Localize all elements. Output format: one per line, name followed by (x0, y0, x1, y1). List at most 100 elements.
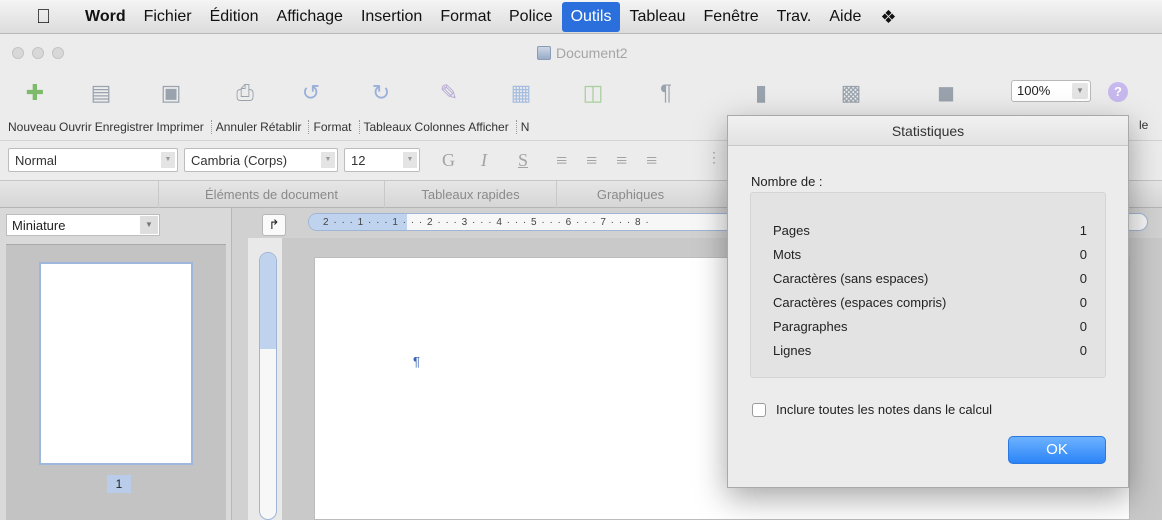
stat-value: 0 (1079, 295, 1087, 310)
menu-police[interactable]: Police (500, 2, 562, 32)
document-icon (537, 46, 551, 60)
chevron-down-icon: ▼ (1072, 83, 1088, 99)
pane-view-select[interactable]: Miniature ▼ (6, 214, 160, 236)
chevron-down-icon: ▼ (321, 152, 335, 168)
ruler-margin-shade (260, 253, 276, 349)
stat-label: Lignes (773, 343, 812, 358)
style-select[interactable]: Normal ▼ (8, 148, 178, 172)
print-icon[interactable]: ⎙ (232, 80, 258, 106)
toolbar-separator (358, 120, 360, 134)
menu-format[interactable]: Format (431, 2, 500, 32)
new-button[interactable]: Nouveau (8, 120, 59, 134)
toolbar-labels: Nouveau Ouvrir Enregistrer Imprimer Annu… (8, 118, 532, 136)
justify-icon[interactable]: ≡ (646, 150, 657, 173)
menu-affichage[interactable]: Affichage (268, 2, 352, 32)
menu-fenetre[interactable]: Fenêtre (695, 2, 768, 32)
ok-button[interactable]: OK (1008, 436, 1106, 464)
underline-button[interactable]: S (518, 150, 528, 171)
zoom-window-button[interactable] (52, 47, 64, 59)
tables-button[interactable]: Tableaux (364, 120, 415, 134)
splitter[interactable] (232, 208, 248, 520)
format-button[interactable]: Format (313, 120, 354, 134)
save-button[interactable]: Enregistrer (95, 120, 157, 134)
font-size-value: 12 (351, 153, 366, 168)
show-button[interactable]: Afficher (468, 120, 511, 134)
italic-button[interactable]: I (481, 150, 487, 171)
tab-stop-selector[interactable]: ↱ (262, 214, 286, 236)
menu-trav[interactable]: Trav. (768, 2, 821, 32)
menu-fichier[interactable]: Fichier (135, 2, 201, 32)
print-button[interactable]: Imprimer (156, 120, 206, 134)
font-value: Cambria (Corps) (191, 153, 288, 168)
tab-quick-tables[interactable]: Tableaux rapides (384, 181, 556, 209)
stat-value: 0 (1079, 319, 1087, 334)
align-left-icon[interactable]: ≡ (556, 150, 567, 173)
help-icon[interactable]: ? (1108, 82, 1128, 102)
menu-insertion[interactable]: Insertion (352, 2, 431, 32)
close-window-button[interactable] (12, 47, 24, 59)
window-titlebar: Document2 (0, 34, 1162, 68)
columns-button[interactable]: Colonnes (415, 120, 469, 134)
stat-value: 0 (1079, 247, 1087, 262)
ruler-numbers: 2 · · · 1 · · · 1 · · · 2 · · · 3 · · · … (323, 217, 650, 228)
columns-icon[interactable]: ◫ (580, 80, 606, 106)
gallery-icon[interactable]: ▩ (838, 80, 864, 106)
script-menu-icon[interactable]: ❖ (870, 2, 906, 32)
chevron-down-icon: ▼ (403, 152, 417, 168)
stat-label: Pages (773, 223, 810, 238)
chevron-down-icon: ▼ (140, 216, 158, 234)
stat-row-chars-with-spaces: Caractères (espaces compris) 0 (773, 295, 1087, 315)
navigation-pane: Miniature ▼ 1 (0, 208, 232, 520)
menu-tableau[interactable]: Tableau (620, 2, 694, 32)
help-label: le (1139, 118, 1149, 132)
menu-items: Word Fichier Édition Affichage Insertion… (76, 0, 907, 34)
zoom-select[interactable]: 100% ▼ (1011, 80, 1091, 102)
redo-button[interactable]: Rétablir (260, 120, 304, 134)
tab-document-elements[interactable]: Éléments de document (158, 181, 384, 209)
open-button[interactable]: Ouvrir (59, 120, 95, 134)
stat-label: Mots (773, 247, 802, 262)
menu-edition[interactable]: Édition (201, 2, 268, 32)
apple-menu-icon[interactable]:  (36, 4, 60, 30)
include-notes-label[interactable]: Inclure toutes les notes dans le calcul (776, 402, 992, 417)
table-icon[interactable]: ▦ (508, 80, 534, 106)
stat-row-lines: Lignes 0 (773, 343, 1087, 363)
menu-bar:  Word Fichier Édition Affichage Inserti… (0, 0, 1162, 34)
include-notes-checkbox[interactable] (752, 403, 766, 417)
menu-outils[interactable]: Outils (561, 1, 621, 32)
stats-box: Pages 1 Mots 0 Caractères (sans espaces)… (750, 192, 1106, 378)
page-thumbnail[interactable] (39, 262, 193, 465)
count-label: Nombre de : (751, 174, 823, 189)
open-folder-icon[interactable]: ▤ (88, 80, 114, 106)
undo-icon[interactable]: ↺ (298, 80, 324, 106)
chevron-down-icon: ▼ (161, 152, 175, 168)
bullets-icon[interactable]: ⋮ (707, 150, 721, 167)
menu-aide[interactable]: Aide (820, 2, 870, 32)
show-formatting-icon[interactable]: ¶ (653, 80, 679, 106)
minimize-window-button[interactable] (32, 47, 44, 59)
new-document-icon[interactable]: ✚ (22, 80, 48, 106)
tab-charts[interactable]: Graphiques (556, 181, 704, 209)
stat-row-chars-no-spaces: Caractères (sans espaces) 0 (773, 271, 1087, 291)
save-disk-icon[interactable]: ▣ (158, 80, 184, 106)
dialog-title: Statistiques (728, 116, 1128, 146)
navigation-button[interactable]: N (521, 120, 533, 134)
window-title: Document2 (537, 45, 628, 61)
sidebar-toggle-icon[interactable]: ▮ (748, 80, 774, 106)
toolbox-icon[interactable]: ◼ (933, 80, 959, 106)
undo-button[interactable]: Annuler (216, 120, 260, 134)
redo-icon[interactable]: ↻ (368, 80, 394, 106)
bold-button[interactable]: G (442, 150, 455, 171)
vertical-ruler[interactable] (259, 252, 277, 520)
format-brush-icon[interactable]: ✎ (436, 80, 462, 106)
menu-word[interactable]: Word (76, 2, 135, 32)
stat-value: 0 (1079, 343, 1087, 358)
font-size-select[interactable]: 12 ▼ (344, 148, 420, 172)
page-thumbnail-number: 1 (107, 475, 131, 493)
font-select[interactable]: Cambria (Corps) ▼ (184, 148, 338, 172)
pane-view-value: Miniature (12, 218, 66, 233)
stat-row-paragraphs: Paragraphes 0 (773, 319, 1087, 339)
stat-row-pages: Pages 1 (773, 223, 1087, 243)
align-center-icon[interactable]: ≡ (586, 150, 597, 173)
align-right-icon[interactable]: ≡ (616, 150, 627, 173)
